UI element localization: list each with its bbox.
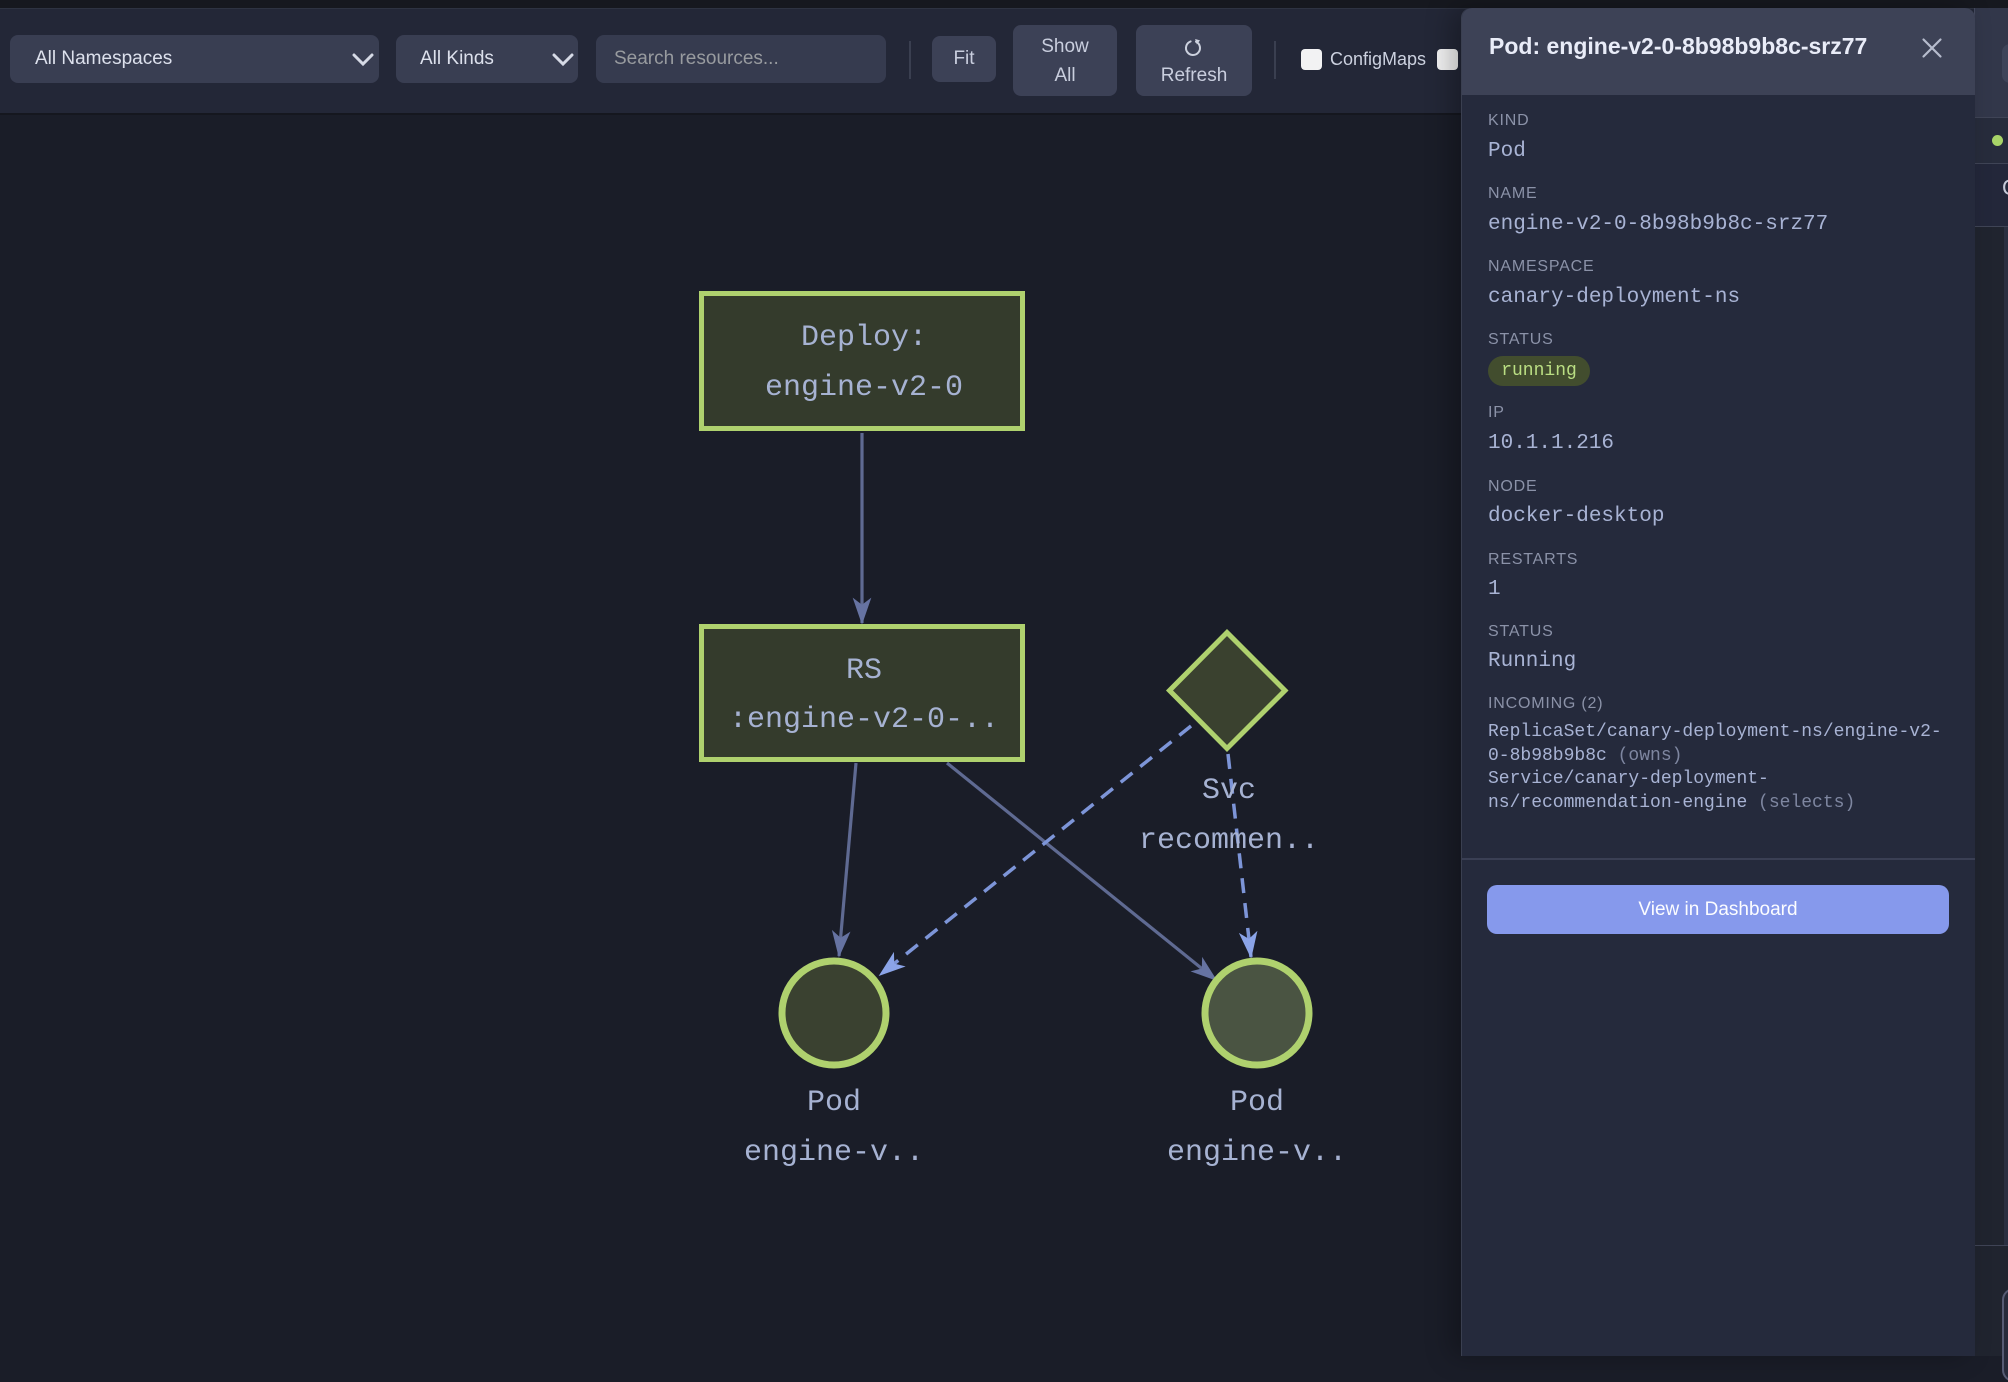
svg-text:RS: RS	[846, 654, 882, 688]
svg-text:Pod: Pod	[807, 1086, 861, 1120]
svg-text:engine-v..: engine-v..	[1167, 1136, 1347, 1170]
svg-text:Deploy:: Deploy:	[801, 321, 927, 355]
svg-text:engine-v..: engine-v..	[744, 1136, 924, 1170]
svg-text:recommen..: recommen..	[1139, 824, 1319, 858]
svg-text::engine-v2-0-..: :engine-v2-0-..	[729, 703, 999, 737]
svg-text:Pod: Pod	[1230, 1086, 1284, 1120]
svg-text:Svc: Svc	[1202, 774, 1256, 808]
svg-text:engine-v2-0: engine-v2-0	[765, 371, 963, 405]
